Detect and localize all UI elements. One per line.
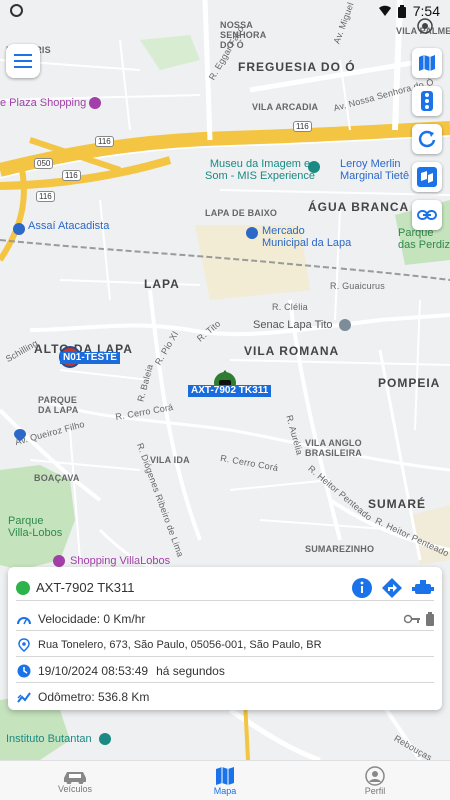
relative-time-text: há segundos xyxy=(156,663,225,678)
map-label-pompeia: POMPEIA xyxy=(378,376,441,390)
key-icon xyxy=(404,614,420,623)
speed-row: Velocidade: 0 Km/hr xyxy=(16,607,434,631)
vehicle-plate: AXT-7902 TK311 xyxy=(36,580,135,595)
clock: 7:54 xyxy=(412,3,440,19)
share-link-button[interactable] xyxy=(412,200,442,230)
map-tools xyxy=(412,48,442,230)
location-icon xyxy=(18,637,30,652)
map-label-vila-anglo: VILA ANGLO BRASILEIRA xyxy=(305,438,363,458)
vehicle-tag-n01[interactable]: N01-TESTE xyxy=(60,352,120,364)
map-poi-museu: Museu da Imagem e Som - MIS Experience xyxy=(205,158,316,182)
address-text: Rua Tonelero, 673, São Paulo, 05056-001,… xyxy=(38,638,322,651)
user-icon xyxy=(365,765,385,786)
odometer-text: Odômetro: 536.8 Km xyxy=(38,690,150,704)
status-bar: 7:54 xyxy=(0,0,450,22)
school-pin-icon xyxy=(339,319,351,331)
map-street-clelia: R. Clélia xyxy=(272,302,308,312)
map-label-vila-ida: VILA IDA xyxy=(150,455,190,465)
directions-icon[interactable] xyxy=(382,577,402,598)
road-shield: 116 xyxy=(95,136,114,147)
info-icon[interactable] xyxy=(352,577,372,598)
road-shield: 116 xyxy=(293,121,312,132)
car-icon xyxy=(64,771,86,784)
map-label-vila-arcadia: VILA ARCADIA xyxy=(252,102,319,112)
map-label-vila-romana: VILA ROMANA xyxy=(244,344,340,358)
datetime-text: 19/10/2024 08:53:49 xyxy=(38,663,149,678)
map-poi-shopping-villalobos: Shopping VillaLobos xyxy=(70,555,171,567)
battery-icon xyxy=(397,4,406,18)
traffic-button[interactable] xyxy=(412,86,442,116)
menu-button[interactable] xyxy=(6,44,40,78)
status-dot-icon xyxy=(16,580,30,595)
signal-icon xyxy=(378,5,391,16)
shopping-pin-icon xyxy=(89,97,101,109)
map-label-freguesia: FREGUESIA DO Ó xyxy=(238,60,356,74)
map-label-sumarezinho: SUMAREZINHO xyxy=(305,544,375,554)
map-street-guaicurus: R. Guaicurus xyxy=(330,281,385,291)
map-label-parque-da-lapa: PARQUE DA LAPA xyxy=(38,395,79,415)
clock-icon xyxy=(17,664,31,677)
map-poi-parque-villa-lobos: Parque Villa-Lobos xyxy=(8,515,63,539)
location-pin-icon xyxy=(14,429,26,441)
map-poi-instituto: Instituto Butantan xyxy=(6,733,92,745)
nav-map[interactable]: Mapa xyxy=(150,761,300,800)
odometer-row: Odômetro: 536.8 Km xyxy=(16,685,434,709)
map-poi-leroy: Leroy Merlin Marginal Tietê xyxy=(340,158,410,182)
layers-icon xyxy=(417,167,437,187)
map-poi-assai: Assaí Atacadista xyxy=(28,220,110,232)
layers-button[interactable] xyxy=(412,162,442,192)
engine-icon[interactable] xyxy=(412,578,434,598)
card-header: AXT-7902 TK311 xyxy=(16,575,434,601)
map-type-button[interactable] xyxy=(412,48,442,78)
store-pin-icon xyxy=(13,223,25,235)
datetime-row: 19/10/2024 08:53:49 há segundos xyxy=(16,659,434,683)
battery-status-icon xyxy=(426,611,434,626)
refresh-button[interactable] xyxy=(412,124,442,154)
trending-icon xyxy=(17,692,31,703)
shopping-pin-icon xyxy=(53,555,65,567)
notification-icon xyxy=(10,4,23,17)
map-label-lapa-de-baixo: LAPA DE BAIXO xyxy=(205,208,278,218)
museum-pin-icon xyxy=(308,161,320,173)
nav-vehicles-label: Veículos xyxy=(57,783,93,794)
nav-map-label: Mapa xyxy=(213,785,237,796)
vehicle-tag-axt[interactable]: AXT-7902 TK311 xyxy=(188,385,272,397)
nav-vehicles[interactable]: Veículos xyxy=(0,761,150,800)
status-icons: 7:54 xyxy=(378,3,440,19)
map-poi-parque-perdizes: Parque das Perdiz xyxy=(398,227,450,251)
nav-profile[interactable]: Perfil xyxy=(300,761,450,800)
map-poi-plaza-shopping: e Plaza Shopping xyxy=(0,97,87,109)
map-icon xyxy=(419,55,435,71)
road-shield: 116 xyxy=(62,170,81,181)
museum-pin-icon xyxy=(99,733,111,745)
map-poi-mercado: Mercado Municipal da Lapa xyxy=(262,225,352,249)
traffic-icon xyxy=(421,91,433,111)
link-icon xyxy=(417,210,437,220)
map-label-lapa: LAPA xyxy=(144,277,180,291)
map-label-agua-branca: ÁGUA BRANCA xyxy=(308,200,410,214)
road-shield: 050 xyxy=(34,158,54,169)
vehicle-info-card: AXT-7902 TK311 Velocidade: 0 Km/hr Rua T… xyxy=(8,567,442,710)
market-pin-icon xyxy=(246,227,258,239)
hamburger-icon xyxy=(14,54,32,68)
speedometer-icon xyxy=(17,616,31,624)
map-icon xyxy=(216,766,234,785)
speed-text: Velocidade: 0 Km/hr xyxy=(38,611,146,626)
map-poi-senac: Senac Lapa Tito xyxy=(253,319,333,331)
refresh-icon xyxy=(418,130,436,148)
nav-profile-label: Perfil xyxy=(364,785,386,796)
map-label-sumare: SUMARÉ xyxy=(368,497,427,511)
road-shield: 116 xyxy=(36,191,55,202)
address-row: Rua Tonelero, 673, São Paulo, 05056-001,… xyxy=(16,633,434,657)
map-label-boacava: BOAÇAVA xyxy=(34,473,80,483)
bottom-nav: Veículos Mapa Perfil xyxy=(0,760,450,800)
